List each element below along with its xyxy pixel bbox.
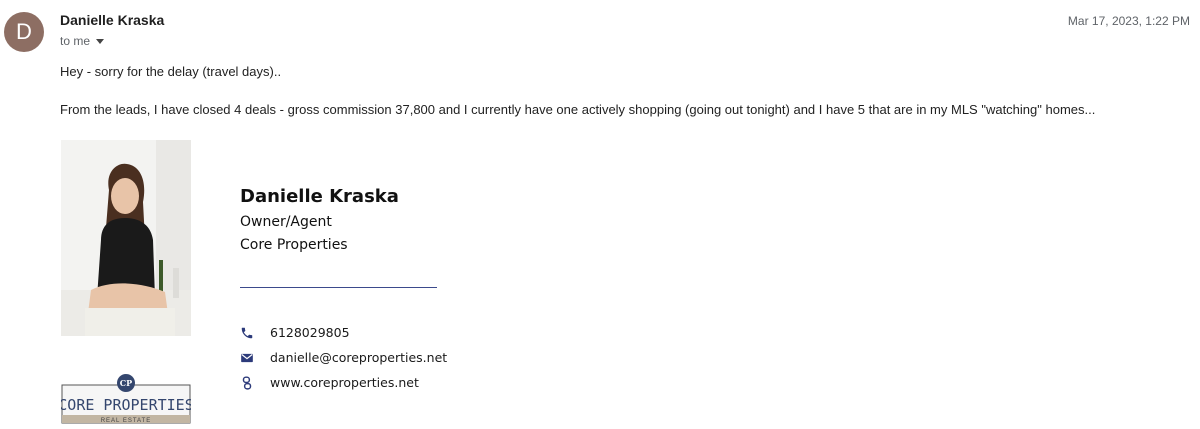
company-logo: CP CORE PROPERTIES REAL ESTATE <box>58 372 194 424</box>
signature-company: Core Properties <box>240 237 348 253</box>
email-body-line-1: Hey - sorry for the delay (travel days).… <box>60 64 282 79</box>
recipient-dropdown[interactable]: to me <box>60 34 105 48</box>
recipient-label: to me <box>60 34 91 48</box>
phone-icon <box>240 326 254 340</box>
email-timestamp: Mar 17, 2023, 1:22 PM <box>1067 14 1190 28</box>
sender-name[interactable]: Danielle Kraska <box>60 12 164 28</box>
logo-wordmark: CORE PROPERTIES <box>61 396 191 414</box>
signature-title: Owner/Agent <box>240 214 332 230</box>
signature-email[interactable]: danielle@coreproperties.net <box>240 350 447 365</box>
signature-photo <box>61 140 191 336</box>
logo-monogram: CP <box>120 378 132 388</box>
phone-number[interactable]: 6128029805 <box>270 325 350 340</box>
signature-website[interactable]: www.coreproperties.net <box>240 375 419 390</box>
chevron-down-icon[interactable] <box>96 39 105 44</box>
mail-icon <box>240 351 254 365</box>
email-address[interactable]: danielle@coreproperties.net <box>270 350 447 365</box>
signature-name: Danielle Kraska <box>240 186 399 207</box>
email-body-line-2: From the leads, I have closed 4 deals - … <box>60 102 1096 117</box>
website-url[interactable]: www.coreproperties.net <box>270 375 419 390</box>
sender-avatar[interactable]: D <box>4 12 44 52</box>
logo-tagline: REAL ESTATE <box>101 418 152 424</box>
signature-phone[interactable]: 6128029805 <box>240 325 350 340</box>
signature-divider <box>240 287 437 288</box>
link-icon <box>240 375 254 390</box>
